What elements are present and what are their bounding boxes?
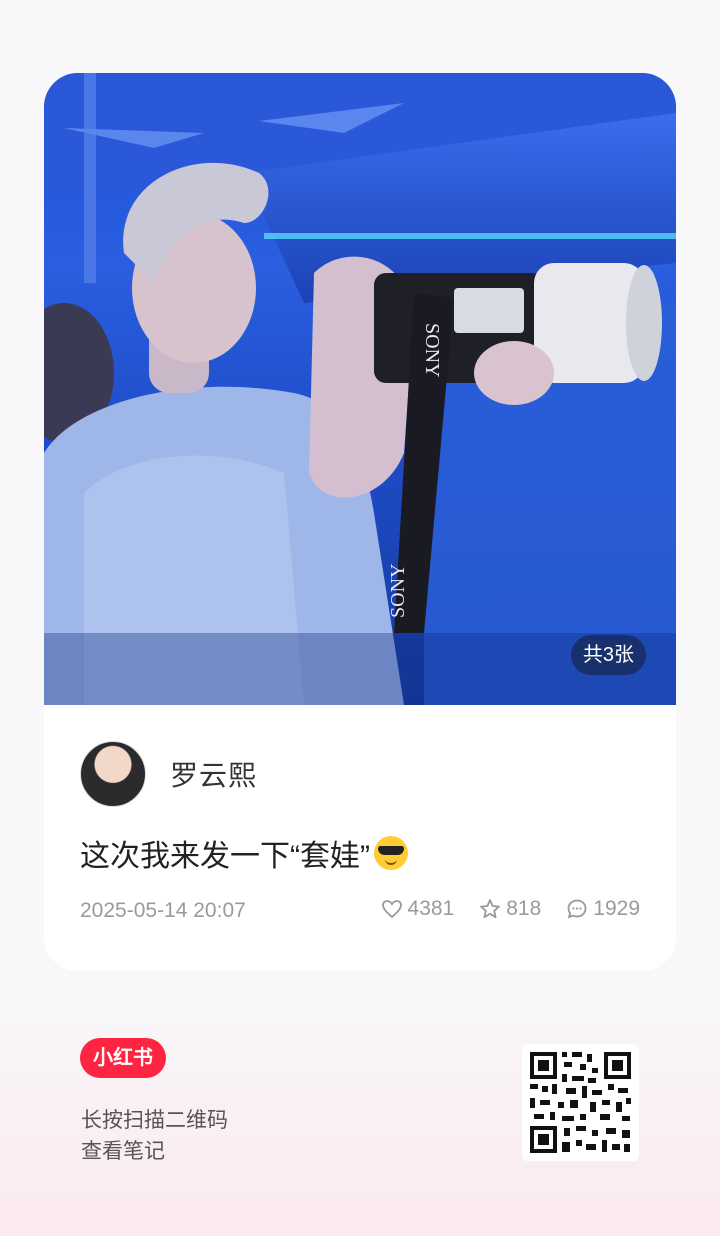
author-name[interactable]: 罗云熙 xyxy=(170,754,257,794)
image-count-badge: 共3张 xyxy=(570,635,646,675)
photo-illustration: SONY SONY xyxy=(44,73,676,705)
xiaohongshu-logo: 小红书 xyxy=(80,1038,166,1078)
note-meta: 2025-05-14 20:07 4381 818 1929 xyxy=(80,897,640,927)
note-card[interactable]: SONY SONY 共3张 罗云熙 这次我来发一下“套娃” 2025-05-14… xyxy=(44,73,676,971)
star-icon xyxy=(480,899,501,919)
scan-hint-line2: 查看笔记 xyxy=(81,1140,165,1163)
heart-icon xyxy=(381,900,402,919)
qr-code[interactable] xyxy=(522,1044,639,1161)
avatar[interactable] xyxy=(80,741,146,807)
strap-logo: SONY xyxy=(421,323,443,377)
comment-stat[interactable]: 1929 xyxy=(565,897,640,921)
note-title-text: 这次我来发一下“套娃” xyxy=(80,840,370,873)
scan-hint-line1: 长按扫描二维码 xyxy=(81,1109,228,1132)
like-stat[interactable]: 4381 xyxy=(380,897,455,921)
collect-stat[interactable]: 818 xyxy=(478,897,541,921)
sunglasses-emoji-icon xyxy=(373,836,408,870)
note-photo[interactable]: SONY SONY 共3张 xyxy=(44,73,676,705)
engagement-stats: 4381 818 1929 xyxy=(356,897,640,921)
qr-code-icon xyxy=(528,1050,633,1155)
comment-icon xyxy=(567,899,587,919)
like-count: 4381 xyxy=(407,897,455,920)
note-title: 这次我来发一下“套娃” xyxy=(80,831,408,875)
comment-count: 1929 xyxy=(593,897,640,920)
author-row[interactable]: 罗云熙 xyxy=(80,741,257,807)
collect-count: 818 xyxy=(506,897,542,920)
strap-logo-lower: SONY xyxy=(387,564,409,618)
post-date: 2025-05-14 20:07 xyxy=(80,899,246,922)
